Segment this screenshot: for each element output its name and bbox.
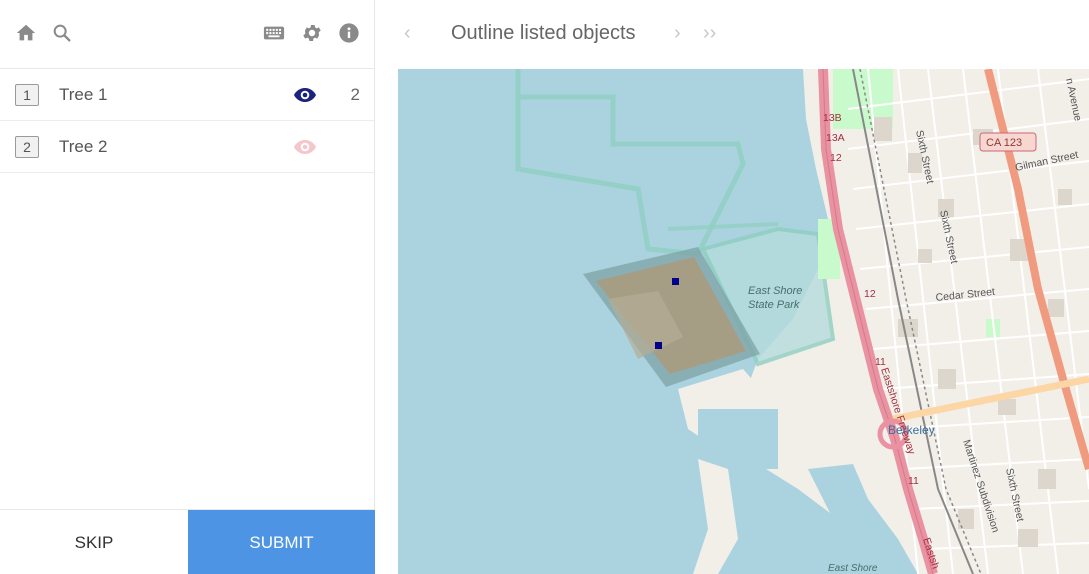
map-label-city: Berkeley <box>888 423 935 437</box>
object-index-badge: 2 <box>15 136 39 158</box>
marina-water <box>698 409 778 469</box>
object-index-badge: 1 <box>15 84 39 106</box>
exit-label: 12 <box>830 152 842 164</box>
keyboard-icon[interactable] <box>263 22 285 44</box>
search-icon[interactable] <box>51 22 73 44</box>
last-arrow-icon[interactable]: ›› <box>703 22 716 45</box>
list-item[interactable]: 2 Tree 2 <box>0 121 375 173</box>
exit-label: 12 <box>864 288 876 300</box>
object-sidebar: 1 Tree 1 2 2 Tree 2 SKIP SUBMIT <box>0 0 375 574</box>
exit-label: 13A <box>826 132 845 144</box>
exit-label: 13B <box>823 112 842 124</box>
annotation-point[interactable] <box>655 342 662 349</box>
map-gutter <box>376 69 398 574</box>
skip-button[interactable]: SKIP <box>0 510 188 574</box>
task-title: Outline listed objects <box>451 22 636 44</box>
submit-button[interactable]: SUBMIT <box>188 510 375 574</box>
task-nav-bar: ‹ Outline listed objects › ›› <box>376 0 1089 69</box>
action-bar: SKIP SUBMIT <box>0 509 375 574</box>
object-label: Tree 2 <box>59 137 108 156</box>
route-shield-label: CA 123 <box>986 137 1022 149</box>
exit-label: 11 <box>908 475 919 487</box>
exit-label: 11 <box>875 356 886 368</box>
prev-arrow-icon[interactable]: ‹ <box>404 22 411 45</box>
list-item[interactable]: 1 Tree 1 2 <box>0 69 375 121</box>
map-label-park: East Shore <box>748 285 802 297</box>
sidebar-toolbar <box>0 0 375 69</box>
object-list: 1 Tree 1 2 2 Tree 2 <box>0 69 375 173</box>
point-count: 2 <box>350 85 360 104</box>
next-arrow-icon[interactable]: › <box>674 22 681 45</box>
eye-icon[interactable] <box>293 85 317 105</box>
gear-icon[interactable] <box>301 22 323 44</box>
info-icon[interactable] <box>338 22 360 44</box>
labeling-app: 1 Tree 1 2 2 Tree 2 SKIP SUBMIT ‹ Outlin… <box>0 0 1089 574</box>
annotation-point[interactable] <box>672 278 679 285</box>
map-label-park: State Park <box>748 299 800 311</box>
eye-icon[interactable] <box>293 137 317 157</box>
object-label: Tree 1 <box>59 85 108 104</box>
map-label-park: East Shore <box>828 563 878 574</box>
map-canvas[interactable]: East Shore State Park Cedar Street Gilma… <box>398 69 1089 574</box>
home-icon[interactable] <box>15 22 37 44</box>
